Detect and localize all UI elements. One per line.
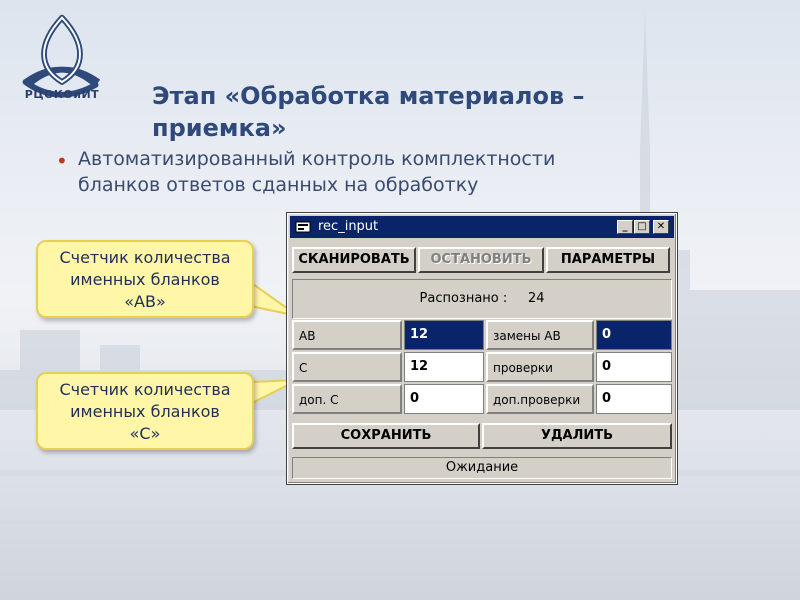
parameters-button[interactable]: ПАРАМЕТРЫ [546,247,670,273]
recognized-panel: Распознано : 24 [292,279,672,319]
callout-line: Счетчик количества [59,380,231,399]
minimize-button[interactable]: _ [617,220,633,234]
callout-line: «АВ» [124,292,166,311]
label-extra-c: доп. С [292,384,402,414]
label-extra-checks: доп.проверки [486,384,594,414]
callout-c-counter: Счетчик количества именных бланков «С» [36,372,254,450]
value-checks[interactable]: 0 [596,352,672,382]
slide-title-line-1: Этап «Обработка материалов – [152,82,585,110]
label-ab-replacements: замены АВ [486,320,594,350]
slide-title-line-2: приемка» [152,114,287,142]
rec-input-window: rec_input _ □ ✕ СКАНИРОВАТЬ ОСТАНОВИТЬ П… [286,212,678,485]
delete-button[interactable]: УДАЛИТЬ [482,423,672,449]
value-extra-checks[interactable]: 0 [596,384,672,414]
value-ab[interactable]: 12 [404,320,484,350]
save-button[interactable]: СОХРАНИТЬ [292,423,480,449]
status-bar: Ожидание [292,457,672,479]
maximize-button[interactable]: □ [634,220,650,234]
value-ab-replacements[interactable]: 0 [596,320,672,350]
close-button[interactable]: ✕ [653,220,669,234]
label-c: С [292,352,402,382]
recognized-label: Распознано : [419,291,508,306]
window-titlebar[interactable]: rec_input _ □ ✕ [290,216,674,238]
callout-line: именных бланков [70,402,220,421]
logo-text: РЦОКОиИТ [24,88,100,101]
bullet-text-line-1: Автоматизированный контроль комплектност… [78,148,556,170]
window-title: rec_input [318,219,379,234]
app-icon [295,221,311,233]
bullet-icon: • [56,149,68,173]
callout-ab-counter: Счетчик количества именных бланков «АВ» [36,240,254,318]
slide-title: Этап «Обработка материалов – приемка» [152,80,712,144]
recognized-value: 24 [527,291,545,306]
stop-button[interactable]: ОСТАНОВИТЬ [418,247,544,273]
bullet-text: Автоматизированный контроль комплектност… [78,146,718,198]
callout-line: именных бланков [70,270,220,289]
value-extra-c[interactable]: 0 [404,384,484,414]
label-ab: АВ [292,320,402,350]
bullet-text-line-2: бланков ответов сданных на обработку [78,174,479,196]
label-checks: проверки [486,352,594,382]
scan-button[interactable]: СКАНИРОВАТЬ [292,247,416,273]
counters-grid: АВ 12 замены АВ 0 С 12 проверки 0 доп. С… [292,320,672,414]
value-c[interactable]: 12 [404,352,484,382]
callout-line: «С» [129,424,161,443]
callout-line: Счетчик количества [59,248,231,267]
